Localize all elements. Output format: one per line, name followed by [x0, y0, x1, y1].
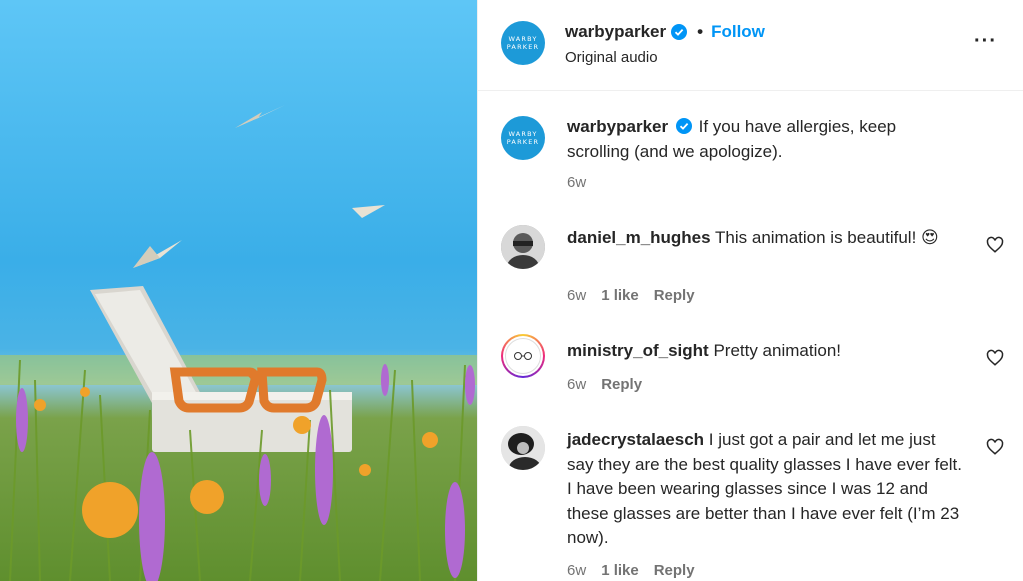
heart-icon[interactable]: [986, 236, 1004, 254]
heart-icon[interactable]: [986, 349, 1004, 367]
verified-badge-icon: [671, 24, 688, 40]
reply-button[interactable]: Reply: [654, 287, 695, 304]
story-ring: [503, 336, 543, 376]
heart-icon[interactable]: [986, 438, 1004, 456]
comment-meta: 6w Reply: [567, 376, 642, 393]
comment-username[interactable]: jadecrystalaesch: [567, 430, 704, 449]
post-detail-panel: WARBY PARKER warbyparker • Follow Origin…: [477, 0, 1023, 581]
comment-likes[interactable]: 1 like: [601, 562, 639, 579]
caption-meta: 6w: [567, 174, 586, 191]
warbyparker-avatar[interactable]: WARBY PARKER: [501, 21, 545, 65]
yellow-flower: [82, 482, 138, 538]
ministry-avatar[interactable]: [501, 334, 545, 378]
caption-text: warbyparker If you have allergies, keep …: [567, 115, 962, 164]
comment-meta: 6w 1 like Reply: [567, 287, 695, 304]
comment-time[interactable]: 6w: [567, 562, 586, 579]
follow-button[interactable]: Follow: [711, 22, 765, 42]
more-options-icon[interactable]: ···: [974, 31, 997, 51]
caption-avatar[interactable]: WARBY PARKER: [501, 116, 545, 160]
comment-body: Pretty animation!: [713, 341, 841, 360]
post-media[interactable]: [0, 0, 477, 581]
daniel-avatar[interactable]: [501, 225, 545, 269]
comment-text: daniel_m_hughes This animation is beauti…: [567, 226, 962, 251]
comment-username[interactable]: ministry_of_sight: [567, 341, 709, 360]
brand-logo-line-2: PARKER: [506, 43, 540, 51]
comment-time[interactable]: 6w: [567, 376, 586, 393]
user-photo-icon: [501, 225, 545, 269]
separator-dot: •: [697, 22, 704, 41]
comment-text: jadecrystalaesch I just got a pair and l…: [567, 428, 962, 551]
comment-likes[interactable]: 1 like: [601, 287, 639, 304]
glasses-logo-icon: [505, 338, 541, 374]
reply-button[interactable]: Reply: [601, 376, 642, 393]
audio-label[interactable]: Original audio: [565, 49, 658, 66]
post-header: WARBY PARKER warbyparker • Follow Origin…: [478, 0, 1023, 91]
brand-logo-line-1: WARBY: [508, 35, 538, 43]
media-scene-illustration: [0, 105, 477, 581]
reply-button[interactable]: Reply: [654, 562, 695, 579]
jade-avatar[interactable]: [501, 426, 545, 470]
paper-plane-2: [352, 205, 385, 218]
caption-username[interactable]: warbyparker: [567, 117, 668, 136]
comment-meta: 6w 1 like Reply: [567, 562, 695, 579]
comment-username[interactable]: daniel_m_hughes: [567, 228, 711, 247]
brand-logo-line-2: PARKER: [506, 138, 540, 146]
header-user-row: warbyparker • Follow: [565, 22, 765, 42]
header-username[interactable]: warbyparker: [565, 22, 666, 42]
brand-logo-line-1: WARBY: [508, 130, 538, 138]
verified-badge-icon: [675, 118, 692, 134]
comment-time[interactable]: 6w: [567, 287, 586, 304]
lavender-flower: [139, 452, 165, 581]
comment-body: This animation is beautiful! 😍: [715, 228, 939, 247]
user-photo-icon: [501, 426, 545, 470]
comment-text: ministry_of_sight Pretty animation!: [567, 339, 962, 364]
caption-time[interactable]: 6w: [567, 174, 586, 191]
